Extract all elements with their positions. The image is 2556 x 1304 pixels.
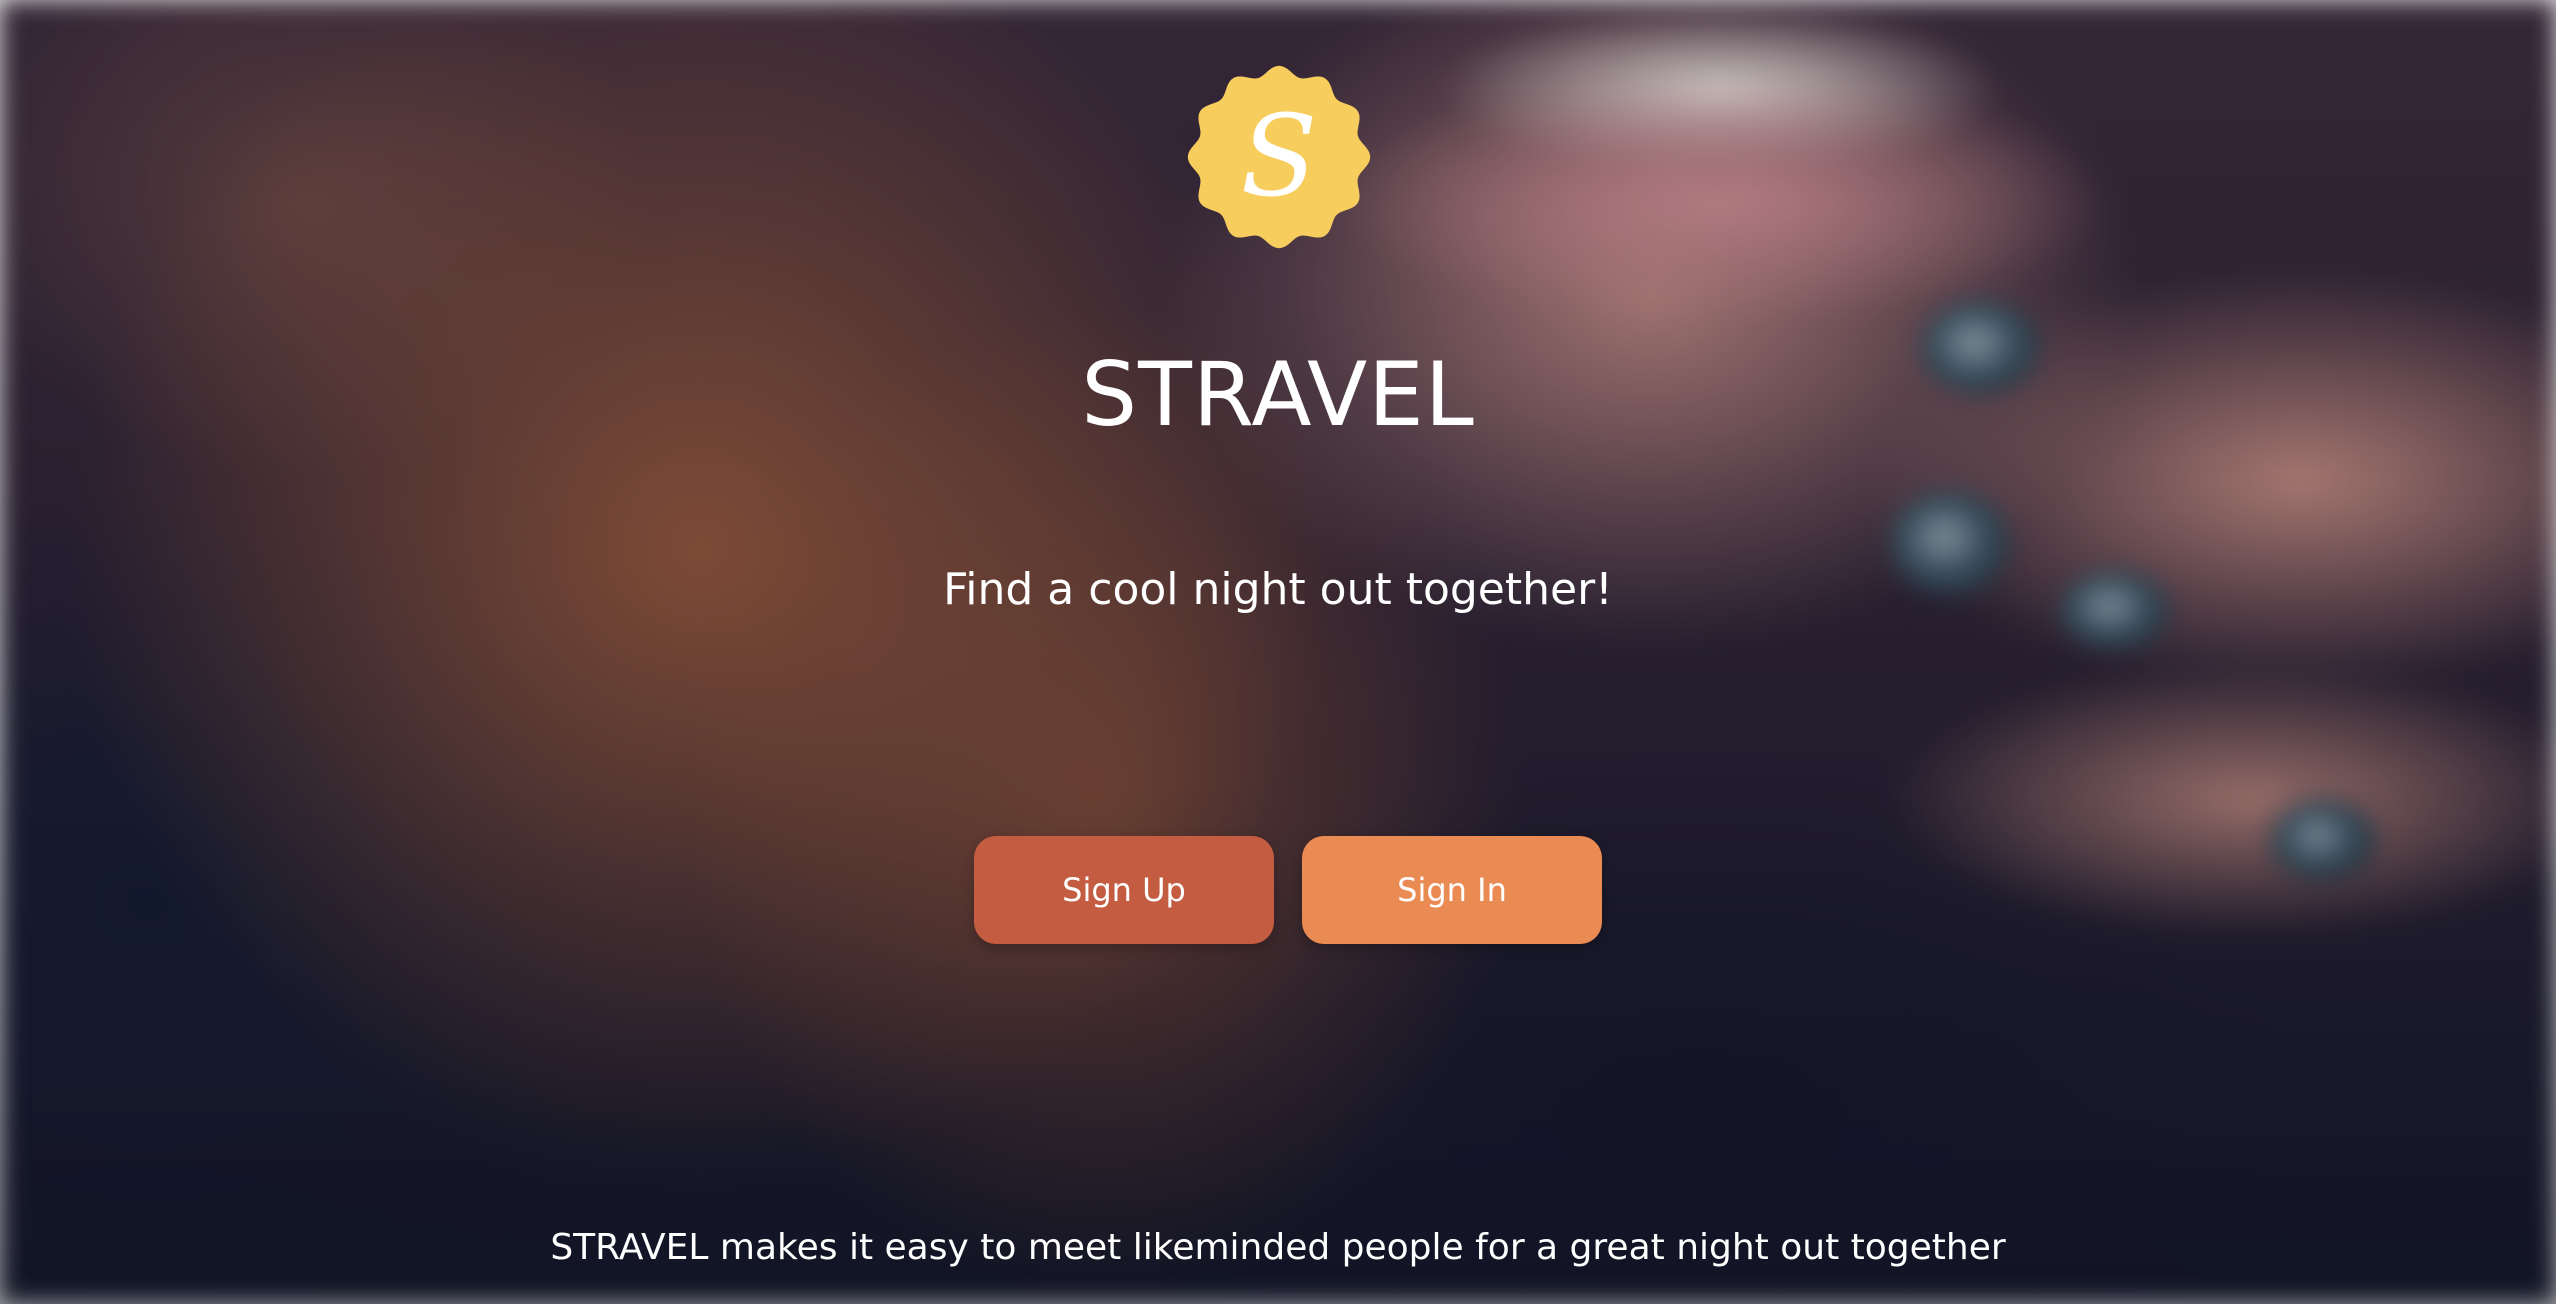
logo-letter: S bbox=[1241, 92, 1318, 222]
app-title: STRAVEL bbox=[1081, 343, 1475, 446]
footer-description: STRAVEL makes it easy to meet likeminded… bbox=[550, 1227, 2006, 1268]
logo-badge-icon: S bbox=[1184, 62, 1374, 252]
landing-page: S STRAVEL Find a cool night out together… bbox=[0, 0, 2556, 1304]
sign-in-button[interactable]: Sign In bbox=[1302, 836, 1602, 944]
sign-up-button[interactable]: Sign Up bbox=[974, 836, 1274, 944]
tagline: Find a cool night out together! bbox=[943, 564, 1613, 615]
